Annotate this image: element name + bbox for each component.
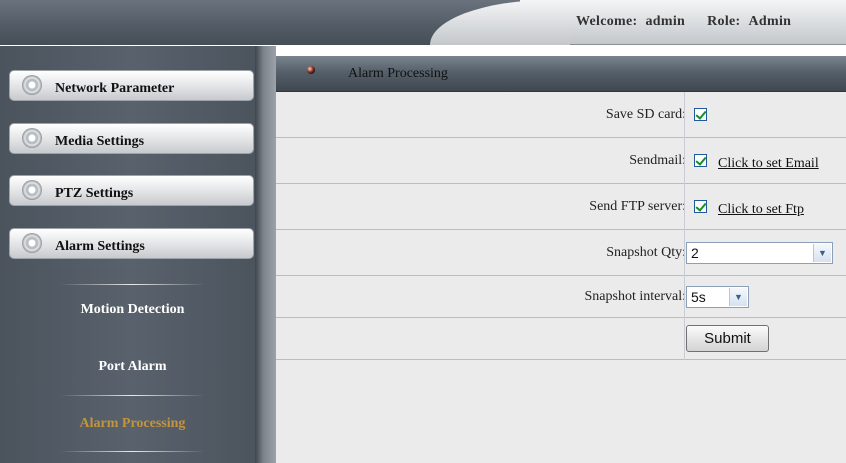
- menu-media-settings[interactable]: Media Settings: [9, 123, 254, 154]
- row-save-sd-card: Save SD card:: [276, 92, 846, 138]
- sidebar-edge: [255, 46, 276, 463]
- submenu-label: Port Alarm: [98, 359, 167, 374]
- submenu-motion-detection[interactable]: Motion Detection: [40, 282, 225, 338]
- column-divider: [684, 92, 685, 138]
- set-ftp-link[interactable]: Click to set Ftp: [718, 202, 804, 218]
- menu-ptz-settings[interactable]: PTZ Settings: [9, 175, 254, 206]
- role-label: Role:: [707, 14, 741, 29]
- send-ftp-checkbox[interactable]: [694, 200, 707, 213]
- submenu-label: Alarm Processing: [79, 416, 186, 431]
- snapshot-qty-select[interactable]: 2 ▼: [686, 242, 833, 264]
- field-label: Save SD card:: [605, 107, 686, 122]
- submenu-divider: [60, 284, 205, 285]
- field-label: Snapshot interval:: [584, 289, 687, 304]
- menu-network-parameter[interactable]: Network Parameter: [9, 70, 254, 101]
- gear-icon: [22, 180, 42, 200]
- submenu-port-alarm[interactable]: Port Alarm: [40, 339, 225, 396]
- save-sd-card-checkbox[interactable]: [694, 108, 707, 121]
- chevron-down-icon[interactable]: ▼: [729, 288, 747, 306]
- menu-label: Alarm Settings: [55, 239, 145, 254]
- welcome-label: Welcome:: [576, 14, 638, 29]
- chevron-down-icon[interactable]: ▼: [813, 244, 831, 262]
- set-email-link[interactable]: Click to set Email: [718, 156, 819, 172]
- field-label: Send FTP server:: [589, 199, 686, 214]
- select-value: 2: [691, 245, 699, 261]
- row-snapshot-interval: Snapshot interval: 5s ▼: [276, 276, 846, 318]
- row-sendmail: Sendmail: Click to set Email: [276, 138, 846, 184]
- row-snapshot-qty: Snapshot Qty: 2 ▼: [276, 230, 846, 276]
- gear-icon: [22, 233, 42, 253]
- welcome-user: admin: [645, 14, 686, 29]
- snapshot-interval-select[interactable]: 5s ▼: [686, 286, 749, 308]
- column-divider: [684, 138, 685, 184]
- column-divider: [684, 184, 685, 230]
- menu-label: Media Settings: [55, 134, 145, 149]
- menu-alarm-settings[interactable]: Alarm Settings: [9, 228, 254, 259]
- role-value: Admin: [748, 14, 792, 29]
- submenu-divider: [60, 451, 205, 452]
- field-label: Snapshot Qty:: [606, 245, 686, 260]
- menu-label: Network Parameter: [55, 81, 175, 96]
- welcome-info: Welcome: admin Role: Admin: [576, 14, 791, 30]
- select-value: 5s: [691, 289, 706, 305]
- gear-icon: [22, 128, 42, 148]
- menu-label: PTZ Settings: [55, 186, 134, 201]
- row-send-ftp: Send FTP server: Click to set Ftp: [276, 184, 846, 230]
- bullet-icon: [307, 66, 315, 74]
- column-divider: [684, 230, 685, 276]
- top-header: Welcome: admin Role: Admin: [0, 0, 846, 45]
- submit-button[interactable]: Submit: [686, 325, 769, 352]
- panel-header: Alarm Processing: [276, 56, 846, 92]
- column-divider: [684, 276, 685, 318]
- panel-title: Alarm Processing: [348, 66, 448, 81]
- gear-icon: [22, 75, 42, 95]
- submenu-alarm-processing[interactable]: Alarm Processing: [40, 396, 225, 452]
- alarm-form: Save SD card: Sendmail: Click to set Ema…: [276, 92, 846, 463]
- submenu-label: Motion Detection: [80, 302, 185, 317]
- sendmail-checkbox[interactable]: [694, 154, 707, 167]
- field-label: Sendmail:: [629, 153, 686, 168]
- column-divider: [684, 318, 685, 360]
